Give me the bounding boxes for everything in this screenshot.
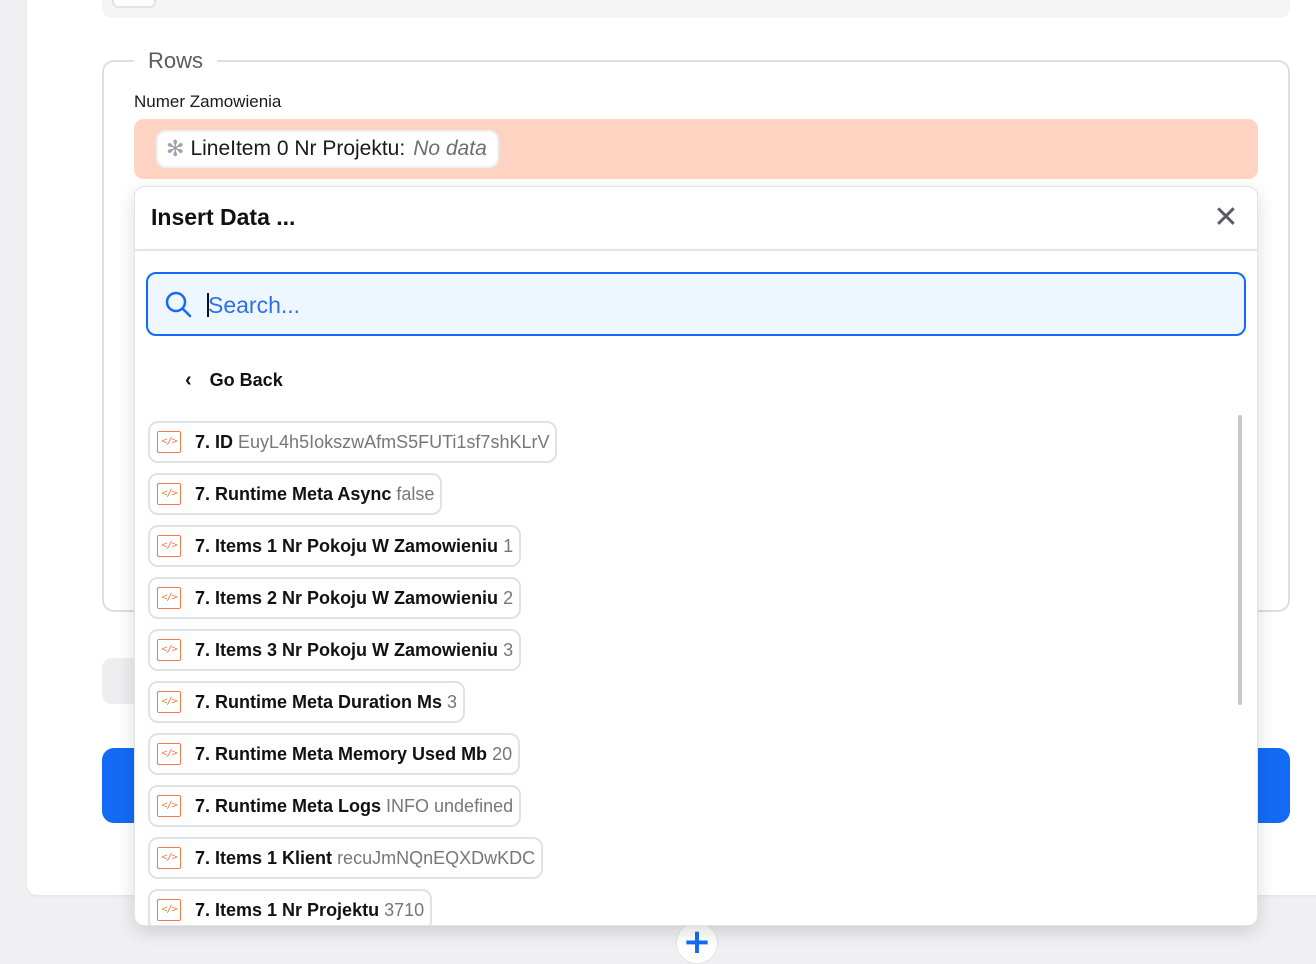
list-item[interactable]: </> 7. Items 3 Nr Pokoju W Zamowieniu 3 — [148, 629, 522, 671]
search-input[interactable] — [206, 284, 1230, 326]
list-scrollbar[interactable] — [1238, 415, 1242, 705]
list-item[interactable]: </> 7. ID EuyL4h5IokszwAfmS5FUTi1sf7shKLrV — [148, 421, 558, 463]
list-item[interactable]: </> 7. Items 2 Nr Pokoju W Zamowieniu 2 — [148, 577, 522, 619]
code-icon: </> — [157, 691, 181, 713]
list-item[interactable]: </> 7. Runtime Meta Async false — [148, 473, 443, 515]
code-icon: </> — [157, 587, 181, 609]
insert-data-header: Insert Data ... ✕ — [135, 187, 1257, 251]
add-step-icon[interactable]: + — [676, 922, 718, 964]
list-item[interactable]: </> 7. Runtime Meta Logs INFO undefined — [148, 785, 522, 827]
code-icon: </> — [157, 483, 181, 505]
insert-data-dropdown: Insert Data ... ✕ ‹ Go Back </>7. IDEuyL… — [134, 186, 1258, 926]
list-item[interactable]: </> 7. Runtime Meta Memory Used Mb 20 — [148, 733, 521, 775]
previous-field-chip[interactable] — [112, 0, 156, 8]
code-icon: </> — [157, 639, 181, 661]
gear-icon: ✻ — [166, 136, 185, 161]
data-item-list: </> 7. ID EuyL4h5IokszwAfmS5FUTi1sf7shKLrV… — [148, 421, 1228, 925]
previous-field — [102, 0, 1290, 18]
code-icon: </> — [157, 847, 181, 869]
code-icon: </> — [157, 431, 181, 453]
chevron-left-icon: ‹ — [185, 369, 192, 391]
mapped-pill-label: LineItem 0 Nr Projektu: — [190, 137, 406, 160]
code-icon: </> — [157, 795, 181, 817]
search-icon — [165, 291, 192, 318]
insert-data-title: Insert Data ... — [151, 204, 296, 230]
numer-zamowienia-label: Numer Zamowienia — [134, 92, 282, 111]
rows-legend: Rows — [148, 48, 204, 73]
code-icon: </> — [157, 899, 181, 921]
text-caret — [207, 293, 209, 317]
code-icon: </> — [157, 743, 181, 765]
code-icon: </> — [157, 535, 181, 557]
go-back-label: Go Back — [209, 370, 283, 390]
list-item[interactable]: </> 7. Items 1 Nr Pokoju W Zamowieniu 1 — [148, 525, 522, 567]
close-icon[interactable]: ✕ — [1211, 203, 1241, 233]
go-back-button[interactable]: ‹ Go Back — [185, 369, 283, 392]
mapped-data-pill[interactable]: ✻ LineItem 0 Nr Projektu: No data — [156, 130, 499, 168]
mapped-pill-value: No data — [413, 137, 487, 160]
list-item[interactable]: </> 7. Items 1 Nr Projektu 3710 — [148, 889, 433, 925]
list-item[interactable]: </> 7. Items 1 Klient recuJmNQnEQXDwKDC — [148, 837, 544, 879]
search-box[interactable] — [146, 272, 1246, 336]
numer-zamowienia-field[interactable]: ✻ LineItem 0 Nr Projektu: No data — [134, 119, 1258, 179]
list-item[interactable]: </> 7. Runtime Meta Duration Ms 3 — [148, 681, 466, 723]
